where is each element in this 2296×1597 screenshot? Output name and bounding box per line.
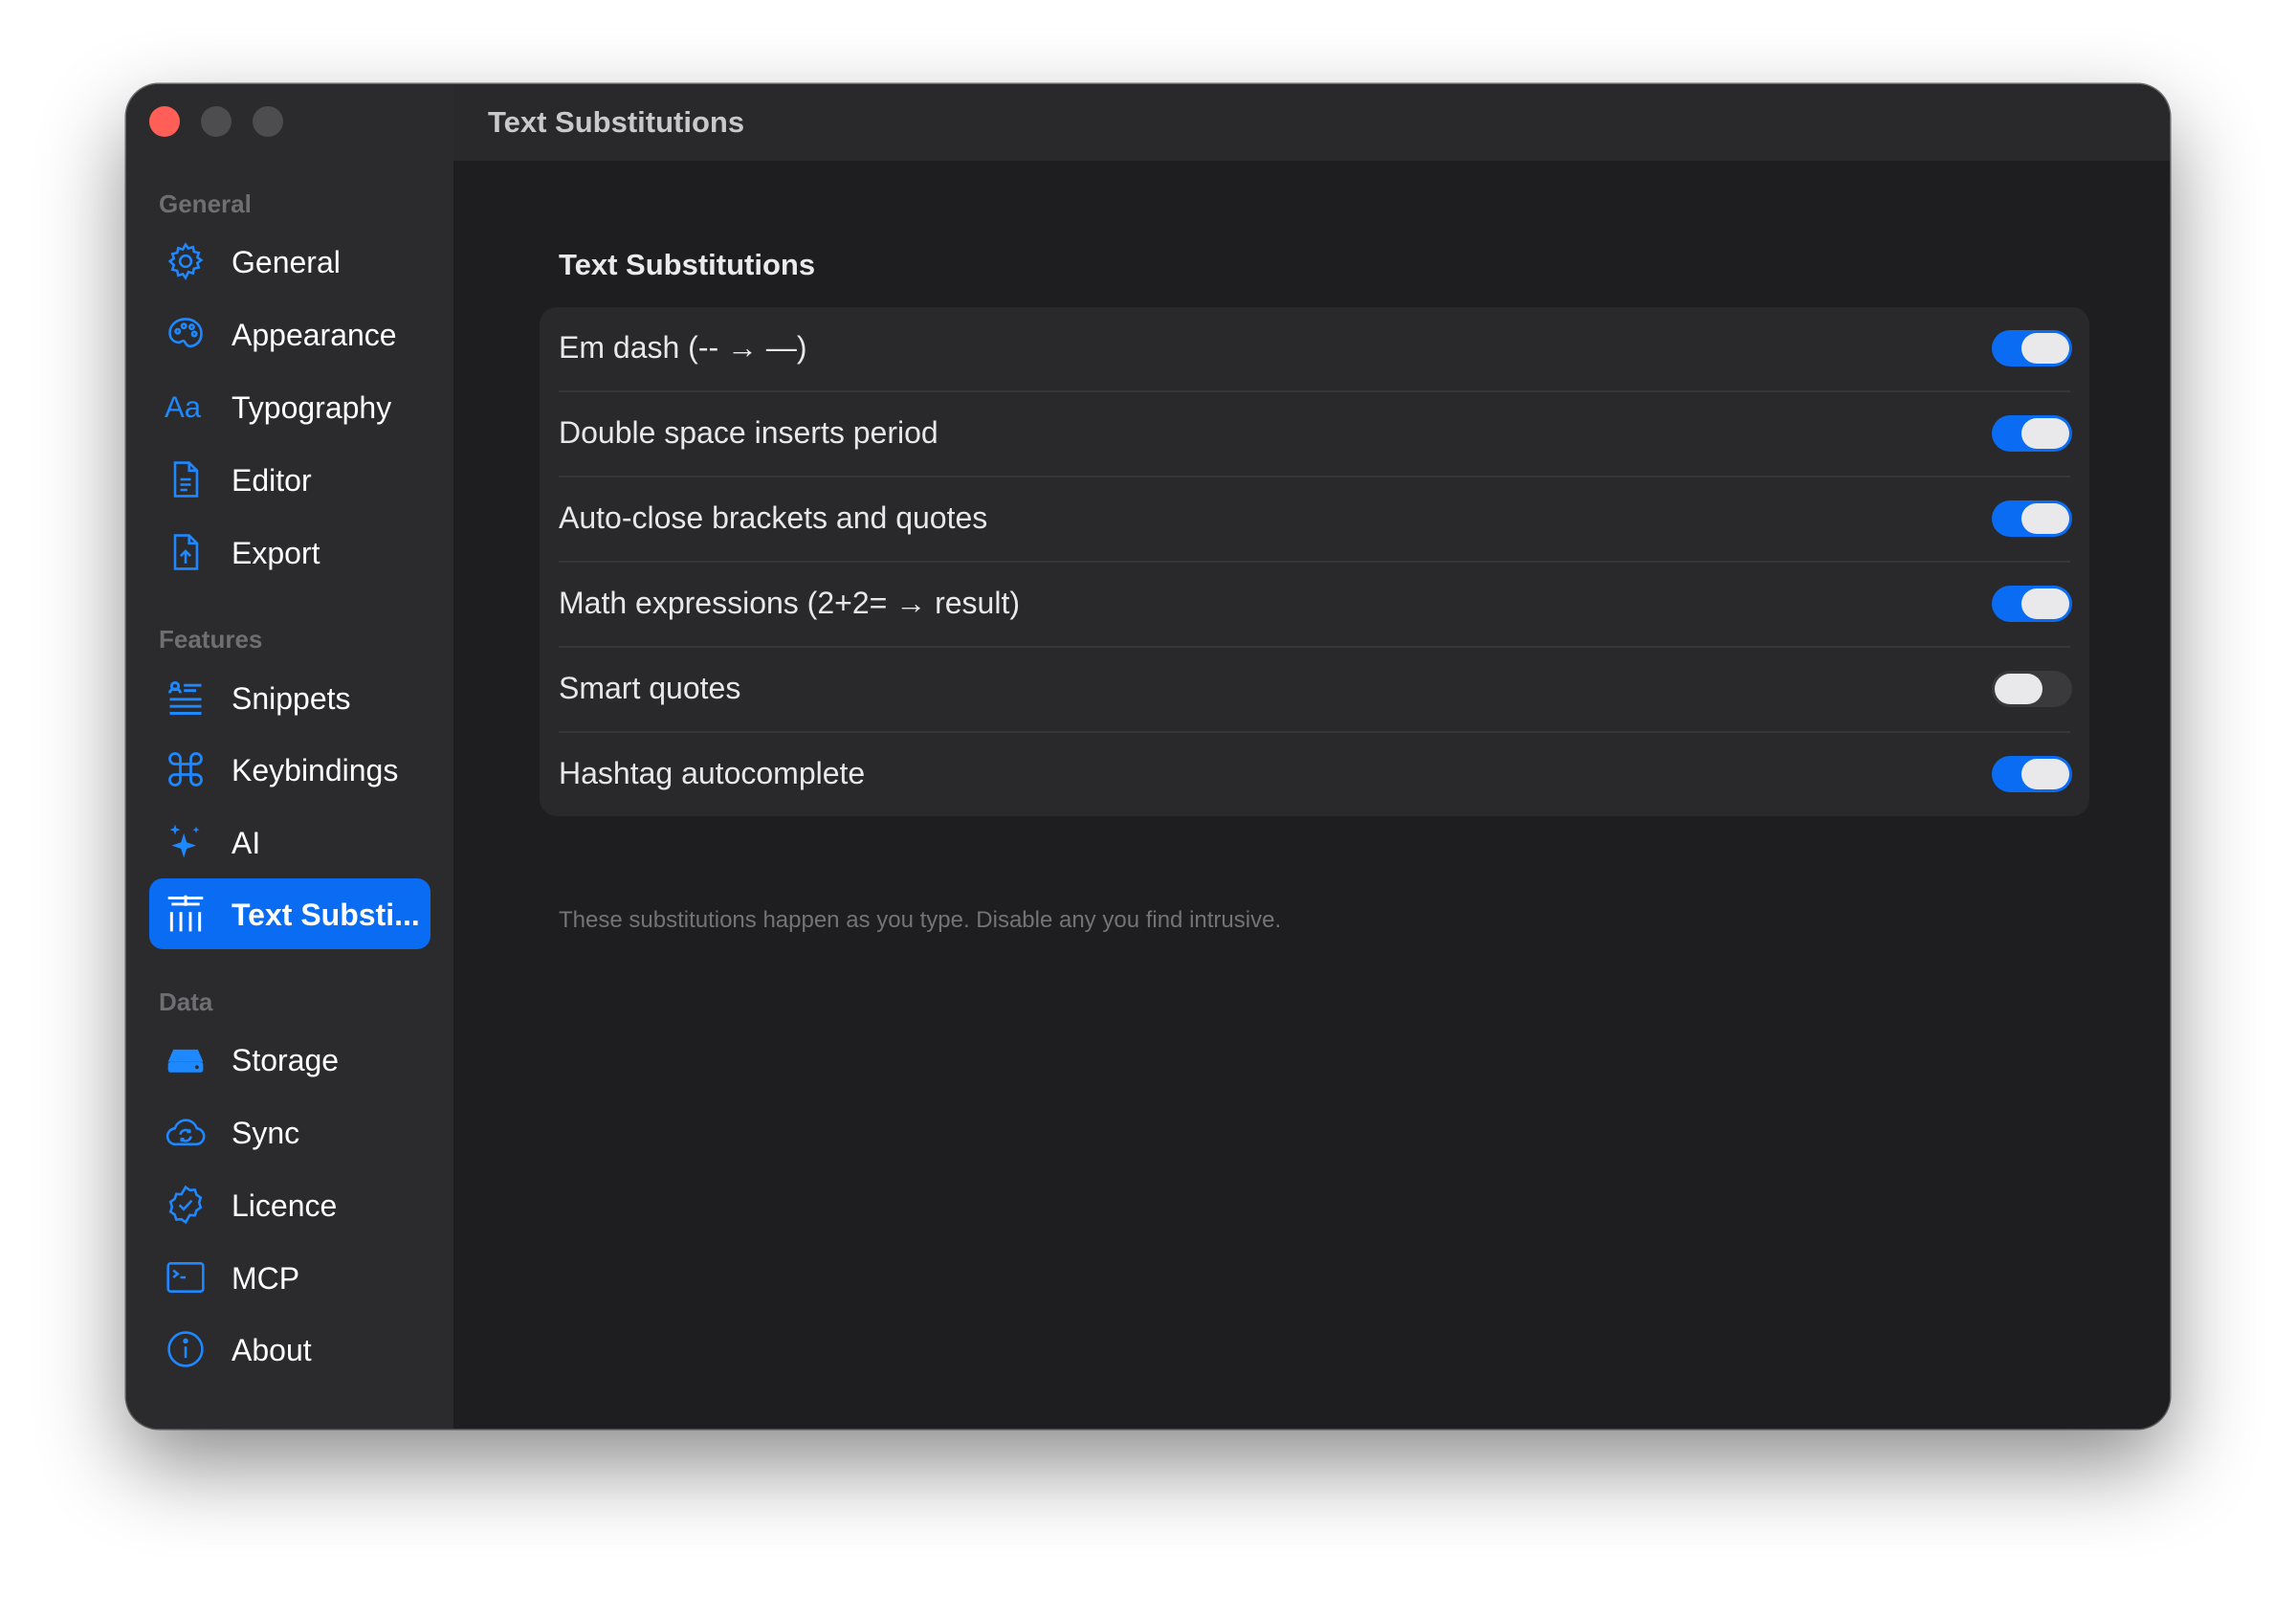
- sidebar-item-label: Typography: [232, 390, 392, 425]
- sidebar-item-ai[interactable]: AI: [149, 807, 430, 877]
- sidebar-item-typography[interactable]: Aa Typography: [149, 371, 430, 442]
- sidebar: General General Appearance Aa Typography…: [126, 84, 453, 1429]
- math-expressions-toggle[interactable]: [1992, 586, 2072, 622]
- sidebar-item-editor[interactable]: Editor: [149, 444, 430, 515]
- window-title: Text Substitutions: [488, 105, 745, 139]
- sidebar-item-general[interactable]: General: [149, 226, 430, 297]
- toggle-knob: [1995, 674, 2042, 704]
- list-icon: [165, 677, 207, 719]
- document-icon: [165, 458, 207, 500]
- setting-label: Hashtag autocomplete: [559, 756, 866, 790]
- sidebar-item-label: Storage: [232, 1043, 340, 1077]
- drive-icon: [165, 1038, 207, 1080]
- sidebar-item-about[interactable]: About: [149, 1314, 430, 1385]
- setting-row-math-expressions: Math expressions (2+2= → result): [540, 563, 2089, 648]
- double-space-toggle[interactable]: [1992, 415, 2072, 452]
- cloud-sync-icon: [165, 1111, 207, 1153]
- setting-row-smart-quotes: Smart quotes: [540, 648, 2089, 733]
- document-upload-icon: [165, 531, 207, 573]
- setting-row-auto-close: Auto-close brackets and quotes: [540, 477, 2089, 563]
- sidebar-item-mcp[interactable]: MCP: [149, 1242, 430, 1313]
- sidebar-section-header-data: Data: [159, 987, 213, 1016]
- setting-label: Smart quotes: [559, 671, 741, 705]
- footnote: These substitutions happen as you type. …: [559, 907, 1282, 933]
- textformat-icon: Aa: [165, 386, 207, 428]
- terminal-icon: [165, 1256, 207, 1298]
- hashtag-autocomplete-toggle[interactable]: [1992, 756, 2072, 792]
- sidebar-item-label: General: [232, 245, 341, 279]
- sparkles-icon: [165, 821, 207, 863]
- sidebar-item-label: Editor: [232, 463, 312, 498]
- close-button[interactable]: [149, 106, 180, 137]
- sidebar-item-label: Keybindings: [232, 753, 399, 787]
- auto-close-toggle[interactable]: [1992, 500, 2072, 537]
- sidebar-item-keybindings[interactable]: Keybindings: [149, 734, 430, 805]
- info-icon: [165, 1328, 207, 1370]
- setting-row-hashtag-autocomplete: Hashtag autocomplete: [540, 733, 2089, 818]
- toggle-knob: [2021, 418, 2069, 449]
- setting-row-em-dash: Em dash (-- → —): [540, 307, 2089, 392]
- settings-group: Em dash (-- → —) Double space inserts pe…: [540, 307, 2089, 816]
- sidebar-item-label: Licence: [232, 1188, 338, 1223]
- sidebar-item-label: Appearance: [232, 318, 397, 352]
- text-substitution-icon: [165, 893, 207, 935]
- setting-label: Double space inserts period: [559, 415, 938, 450]
- minimize-button[interactable]: [201, 106, 232, 137]
- toggle-knob: [2021, 588, 2069, 619]
- sidebar-item-label: Snippets: [232, 681, 351, 716]
- checkmark-seal-icon: [165, 1184, 207, 1226]
- sidebar-item-text-substitutions[interactable]: Text Substi...: [149, 878, 430, 949]
- setting-label: Em dash (-- → —): [559, 330, 807, 365]
- sidebar-item-sync[interactable]: Sync: [149, 1097, 430, 1167]
- sidebar-item-licence[interactable]: Licence: [149, 1169, 430, 1240]
- palette-icon: [165, 313, 207, 355]
- settings-window: General General Appearance Aa Typography…: [126, 84, 2170, 1429]
- sidebar-item-snippets[interactable]: Snippets: [149, 662, 430, 733]
- toggle-knob: [2021, 503, 2069, 534]
- command-icon: [165, 748, 207, 790]
- smart-quotes-toggle[interactable]: [1992, 671, 2072, 707]
- sidebar-section-header-general: General: [159, 189, 252, 218]
- sidebar-item-label: Export: [232, 536, 320, 570]
- em-dash-toggle[interactable]: [1992, 330, 2072, 366]
- setting-label: Math expressions (2+2= → result): [559, 586, 1020, 620]
- toggle-knob: [2021, 333, 2069, 364]
- sidebar-section-header-features: Features: [159, 625, 263, 654]
- setting-row-double-space: Double space inserts period: [540, 392, 2089, 477]
- page-title: Text Substitutions: [559, 248, 816, 281]
- gear-icon: [165, 240, 207, 282]
- sidebar-item-storage[interactable]: Storage: [149, 1024, 430, 1095]
- sidebar-item-label: Text Substi...: [232, 898, 420, 932]
- sidebar-item-label: Sync: [232, 1116, 300, 1150]
- toggle-knob: [2021, 759, 2069, 789]
- zoom-button[interactable]: [253, 106, 283, 137]
- sidebar-item-label: About: [232, 1333, 312, 1367]
- sidebar-item-export[interactable]: Export: [149, 517, 430, 588]
- setting-label: Auto-close brackets and quotes: [559, 500, 988, 535]
- sidebar-item-label: AI: [232, 826, 261, 860]
- settings-pane: Text Substitutions Em dash (-- → —) Doub…: [453, 161, 2170, 1429]
- svg-text:Aa: Aa: [165, 390, 202, 424]
- sidebar-item-appearance[interactable]: Appearance: [149, 299, 430, 369]
- sidebar-item-label: MCP: [232, 1261, 300, 1296]
